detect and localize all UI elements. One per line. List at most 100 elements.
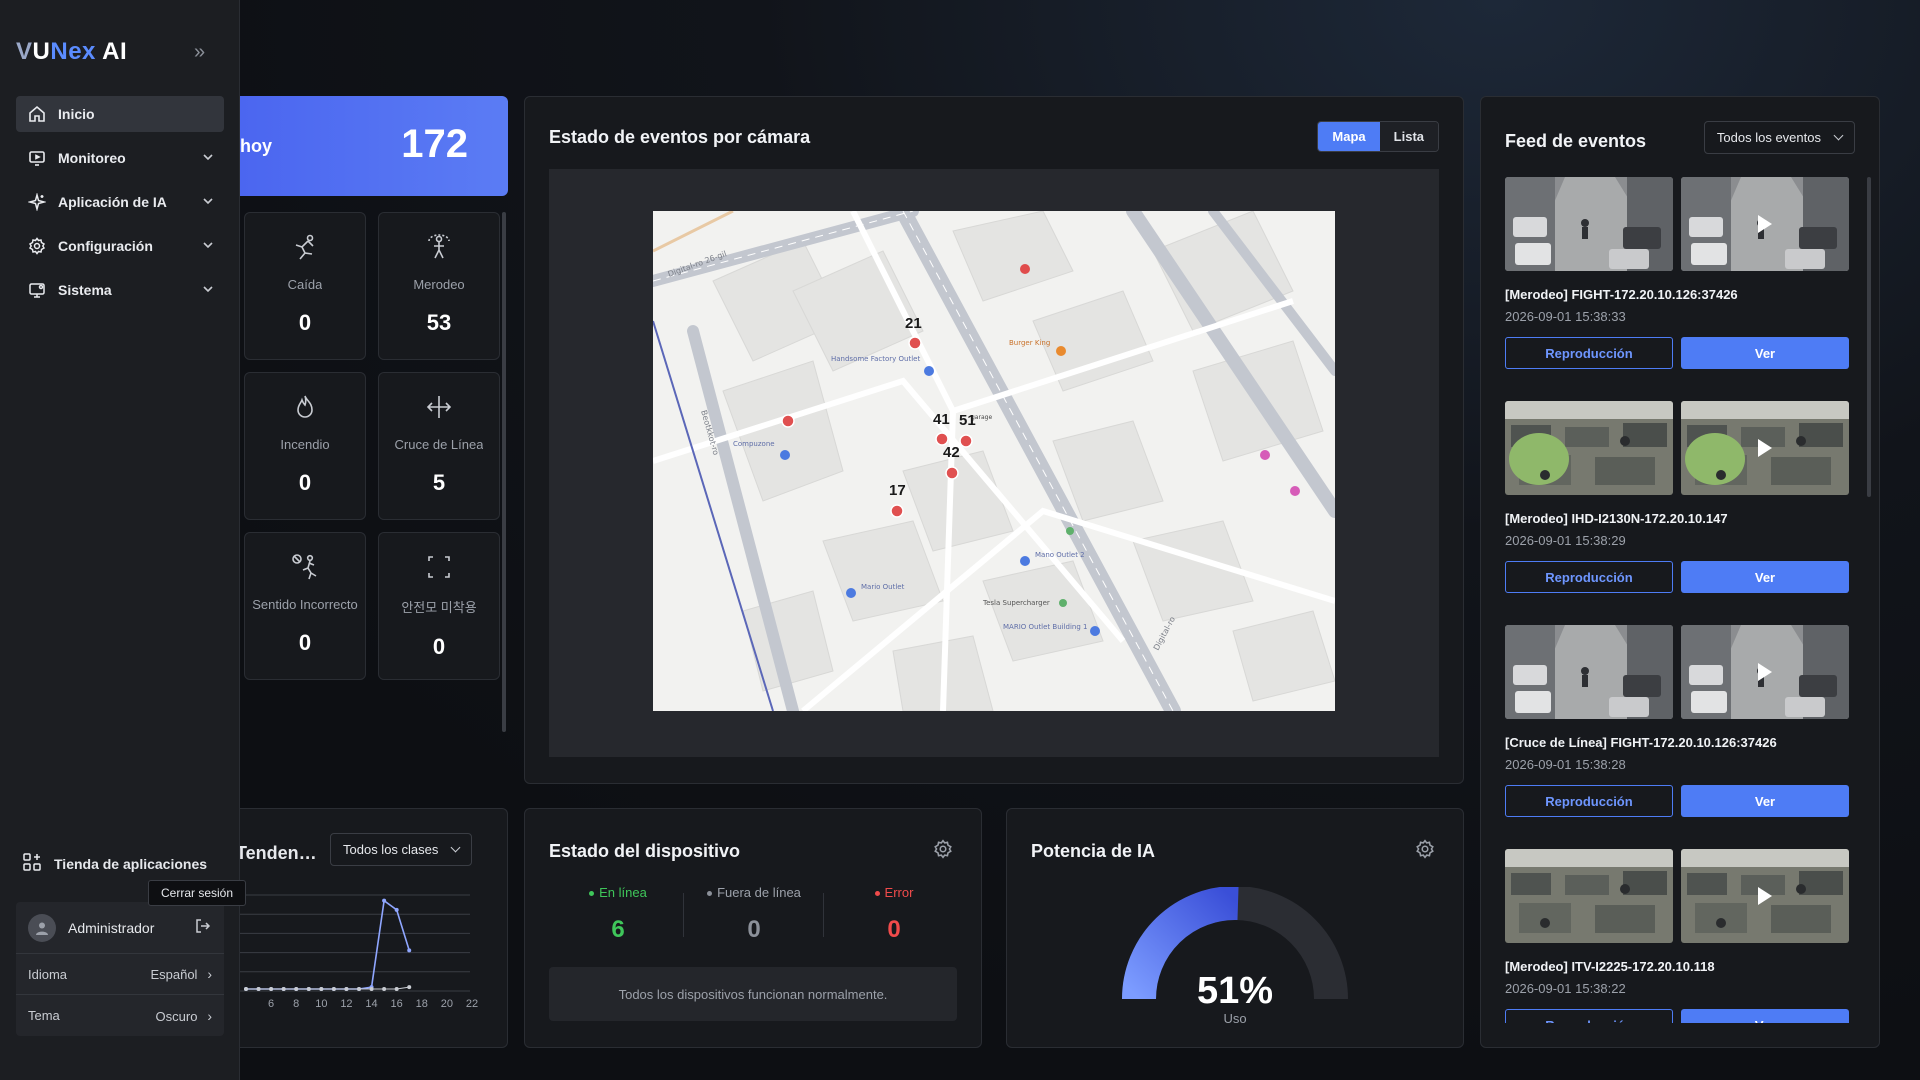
event-time: 2026-09-01 15:38:29 <box>1505 533 1626 548</box>
tab-lista[interactable]: Lista <box>1379 122 1438 151</box>
data-point[interactable] <box>306 987 311 991</box>
today-total-card: hoy 172 <box>240 96 508 196</box>
sidebar-item-sistema[interactable]: Sistema <box>16 272 224 308</box>
stat-card-sentido-incorrecto[interactable]: Sentido Incorrecto 0 <box>244 532 366 680</box>
data-point[interactable] <box>407 985 412 990</box>
detection-line-chart: 6 8 10 12 14 16 18 20 22 <box>240 894 478 1010</box>
loitering-icon <box>424 231 454 263</box>
fall-icon <box>290 231 320 263</box>
x-tick-label: 18 <box>416 998 428 1010</box>
data-point[interactable] <box>294 987 299 991</box>
apps-grid-icon <box>22 852 42 875</box>
app-logo[interactable]: VUNex AI <box>16 38 127 66</box>
replay-button[interactable]: Reproducción <box>1505 1009 1673 1023</box>
play-icon[interactable] <box>1758 663 1772 681</box>
stat-value: 0 <box>298 470 312 495</box>
class-filter-dropdown[interactable]: Todos los clases <box>330 833 473 866</box>
user-menu: Administrador Idioma Español Tema Oscuro <box>16 902 224 1036</box>
data-point[interactable] <box>394 987 399 991</box>
chevron-down-icon <box>202 238 214 254</box>
logout-tooltip: Cerrar sesión <box>148 880 247 906</box>
sidebar-item-aplicacion-ia[interactable]: Aplicación de IA <box>16 184 224 220</box>
event-video-thumbnail[interactable] <box>1681 625 1849 719</box>
data-point[interactable] <box>382 898 387 903</box>
map-label: Burger King <box>1009 339 1050 347</box>
replay-button[interactable]: Reproducción <box>1505 561 1673 593</box>
play-icon[interactable] <box>1758 215 1772 233</box>
error-count: Error 0 <box>829 885 959 944</box>
error-value: 0 <box>887 916 901 943</box>
view-button[interactable]: Ver <box>1681 337 1849 369</box>
event-video-thumbnail[interactable] <box>1681 177 1849 271</box>
gear-icon[interactable] <box>933 839 953 864</box>
play-icon[interactable] <box>1758 887 1772 905</box>
sidebar-item-inicio[interactable]: Inicio <box>16 96 224 132</box>
stat-label: Caída <box>287 277 323 292</box>
data-point[interactable] <box>407 948 412 953</box>
gauge-usage-label: Uso <box>1223 1011 1246 1026</box>
data-point[interactable] <box>382 987 387 991</box>
view-button[interactable]: Ver <box>1681 1009 1849 1023</box>
stat-label: Sentido Incorrecto <box>252 597 358 612</box>
language-setting[interactable]: Idioma Español <box>16 954 224 995</box>
data-point[interactable] <box>319 987 324 991</box>
collapse-sidebar-icon[interactable]: » <box>194 41 205 64</box>
data-point[interactable] <box>369 987 374 991</box>
marker-label: 41 <box>933 411 950 428</box>
event-marker[interactable] <box>908 336 922 350</box>
feed-scrollbar[interactable] <box>1867 177 1871 497</box>
stat-card-caida[interactable]: Caída 0 <box>244 212 366 360</box>
data-point[interactable] <box>269 987 274 991</box>
event-marker[interactable] <box>945 466 959 480</box>
monitor-icon <box>26 147 48 169</box>
stat-card-merodeo[interactable]: Merodeo 53 <box>378 212 500 360</box>
sidebar-item-configuracion[interactable]: Configuración <box>16 228 224 264</box>
event-marker[interactable] <box>890 504 904 518</box>
play-icon[interactable] <box>1758 439 1772 457</box>
sidebar-item-monitoreo[interactable]: Monitoreo <box>16 140 224 176</box>
data-point[interactable] <box>256 987 261 991</box>
event-snapshot[interactable] <box>1505 625 1673 719</box>
event-marker[interactable] <box>781 414 795 428</box>
view-button[interactable]: Ver <box>1681 561 1849 593</box>
stats-scrollbar[interactable] <box>502 212 506 732</box>
event-video-thumbnail[interactable] <box>1681 849 1849 943</box>
data-point[interactable] <box>331 987 336 991</box>
stat-card-cruce-linea[interactable]: Cruce de Línea 5 <box>378 372 500 520</box>
map-label: Tesla Supercharger <box>982 599 1050 607</box>
data-point[interactable] <box>281 987 286 991</box>
tab-mapa[interactable]: Mapa <box>1318 122 1380 151</box>
event-snapshot[interactable] <box>1505 177 1673 271</box>
x-tick-label: 20 <box>441 998 453 1010</box>
event-snapshot[interactable] <box>1505 849 1673 943</box>
app-store-link[interactable]: Tienda de aplicaciones <box>22 852 207 875</box>
logout-icon[interactable] <box>194 917 212 938</box>
event-filter-dropdown[interactable]: Todos los eventos <box>1703 121 1855 154</box>
line-cross-icon <box>424 391 454 423</box>
event-snapshot[interactable] <box>1505 401 1673 495</box>
theme-value: Oscuro <box>156 1008 212 1024</box>
stat-card-incendio[interactable]: Incendio 0 <box>244 372 366 520</box>
event-video-thumbnail[interactable] <box>1681 401 1849 495</box>
map-view[interactable]: Handsome Factory Outlet Compuzone Burger… <box>653 211 1335 711</box>
data-point[interactable] <box>394 907 399 912</box>
stat-value: 5 <box>432 470 446 495</box>
event-feed-list[interactable]: [Merodeo] FIGHT-172.20.10.126:37426 2026-… <box>1505 177 1851 1023</box>
view-button[interactable]: Ver <box>1681 785 1849 817</box>
data-point[interactable] <box>244 987 248 991</box>
stat-card-helmet[interactable]: 안전모 미착용 0 <box>378 532 500 680</box>
panel-title: Estado del dispositivo <box>549 841 741 861</box>
ai-usage-gauge: 51% Uso <box>1122 887 1348 1026</box>
data-point[interactable] <box>344 987 349 991</box>
marker-label: 51 <box>959 412 976 429</box>
stat-value: 0 <box>298 310 312 335</box>
gear-icon[interactable] <box>1415 839 1435 864</box>
data-point[interactable] <box>357 987 361 991</box>
system-icon <box>26 279 48 301</box>
replay-button[interactable]: Reproducción <box>1505 785 1673 817</box>
map-label: Handsome Factory Outlet <box>831 355 920 363</box>
event-marker[interactable] <box>959 434 973 448</box>
theme-setting[interactable]: Tema Oscuro <box>16 995 224 1036</box>
view-toggle: Mapa Lista <box>1317 121 1439 152</box>
replay-button[interactable]: Reproducción <box>1505 337 1673 369</box>
